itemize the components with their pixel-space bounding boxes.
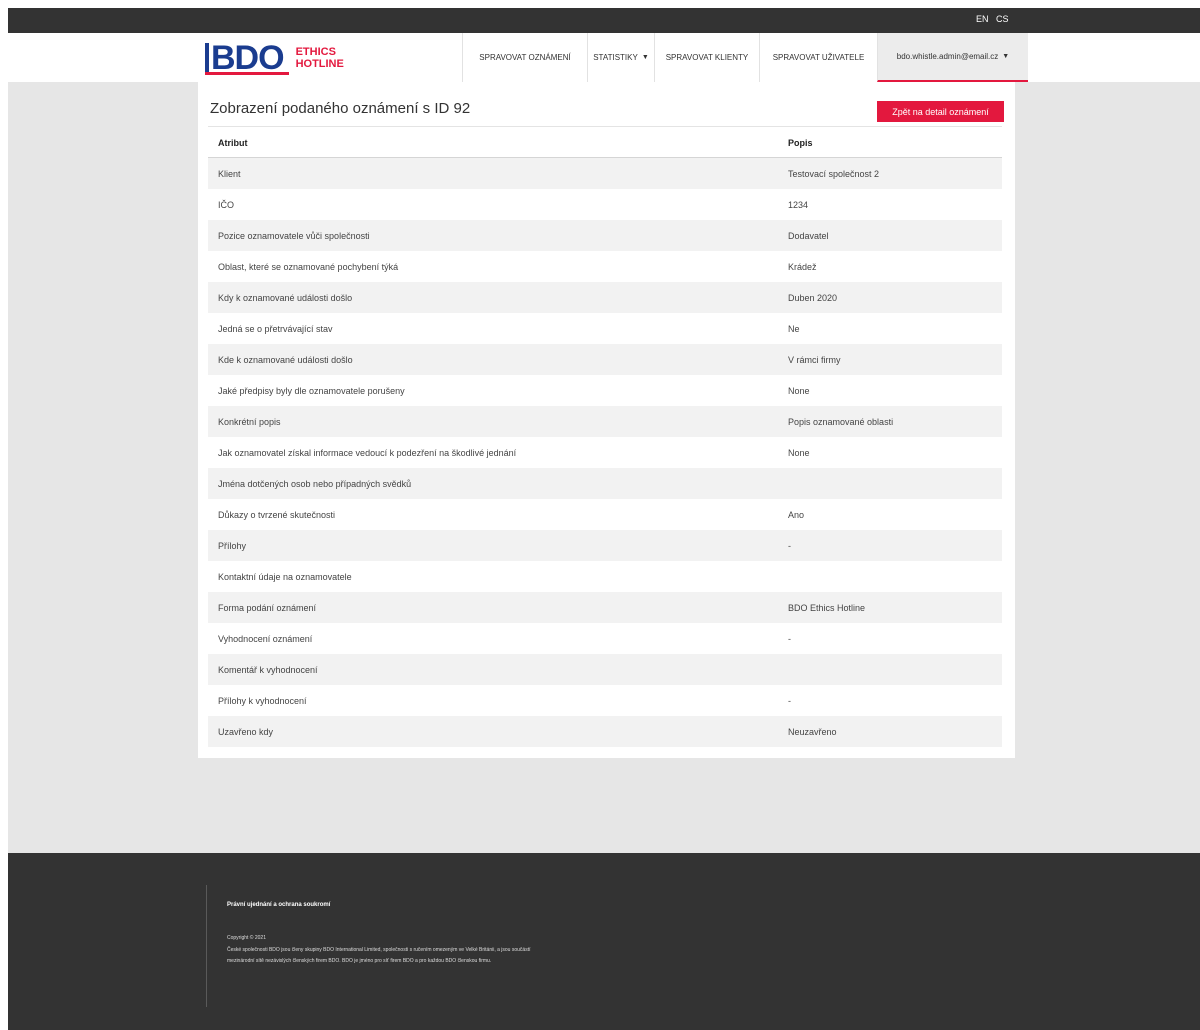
table-row: Jaké předpisy byly dle oznamovatele poru… xyxy=(208,375,1002,406)
table-header-row: Atribut Popis xyxy=(208,127,1002,158)
logo-subtitle: ETHICS HOTLINE xyxy=(296,46,344,70)
table-row: Přílohy k vyhodnocení - xyxy=(208,685,1002,716)
row-attribute: Uzavřeno kdy xyxy=(218,726,274,737)
row-value: Popis oznamované oblasti xyxy=(788,416,894,427)
row-attribute: Vyhodnocení oznámení xyxy=(218,633,313,644)
report-table: Atribut Popis Klient Testovací společnost… xyxy=(208,126,1002,747)
table-row: Jak oznamovatel získal informace vedoucí… xyxy=(208,437,1002,468)
nav-manage-clients[interactable]: SPRAVOVAT KLIENTY xyxy=(654,33,759,82)
header-attribute: Atribut xyxy=(218,137,248,148)
row-value: Neuzavřeno xyxy=(788,726,837,737)
row-value xyxy=(788,468,998,499)
header-description: Popis xyxy=(788,137,813,148)
nav-manage-users-label: SPRAVOVAT UŽIVATELE xyxy=(772,53,865,62)
row-value: BDO Ethics Hotline xyxy=(788,602,866,613)
table-row: Konkrétní popis Popis oznamované oblasti xyxy=(208,406,1002,437)
row-attribute: Jaké předpisy byly dle oznamovatele poru… xyxy=(218,385,405,396)
page-frame: EN CS BDO ETHICS HOTLINE SPRAVOVAT OZNÁM… xyxy=(8,8,1200,1030)
row-attribute: Kdy k oznamované události došlo xyxy=(218,292,353,303)
row-value: Krádež xyxy=(788,261,817,272)
table-row: Pozice oznamovatele vůči společnosti Doda… xyxy=(208,220,1002,251)
user-email: bdo.whistle.admin@email.cz xyxy=(896,52,999,61)
nav-manage-reports-label: SPRAVOVAT OZNÁMENÍ xyxy=(479,53,571,62)
table-row: Jedná se o přetrvávající stav Ne xyxy=(208,313,1002,344)
row-value xyxy=(788,561,998,592)
table-row: Vyhodnocení oznámení - xyxy=(208,623,1002,654)
user-menu-dropdown[interactable]: bdo.whistle.admin@email.cz ▼ xyxy=(877,33,1028,82)
row-attribute: Forma podání oznámení xyxy=(218,602,317,613)
nav-manage-users[interactable]: SPRAVOVAT UŽIVATELE xyxy=(759,33,877,82)
row-value: None xyxy=(788,447,810,458)
row-attribute: Důkazy o tvrzené skutečnosti xyxy=(218,509,336,520)
nav-statistics-dropdown[interactable]: STATISTIKY ▼ xyxy=(587,33,654,82)
table-row: Komentář k vyhodnocení xyxy=(208,654,1002,685)
footer-legal-text: České společnosti BDO jsou členy skupiny… xyxy=(227,947,531,964)
page-title: Zobrazení podaného oznámení s ID 92 xyxy=(210,100,471,117)
row-value: Ano xyxy=(788,509,805,520)
nav-statistics-label: STATISTIKY xyxy=(593,53,638,62)
report-detail-card: Zobrazení podaného oznámení s ID 92 Zpět… xyxy=(198,82,1015,758)
footer: Právní ujednání a ochrana soukromí Copyr… xyxy=(8,853,1200,1030)
row-attribute: Pozice oznamovatele vůči společnosti xyxy=(218,230,370,241)
row-value: V rámci firmy xyxy=(788,354,841,365)
table-row: Oblast, které se oznamované pochybení tý… xyxy=(208,251,1002,282)
row-attribute: Jedná se o přetrvávající stav xyxy=(218,323,333,334)
header: BDO ETHICS HOTLINE SPRAVOVAT OZNÁMENÍ ST… xyxy=(8,33,1200,82)
nav-manage-clients-label: SPRAVOVAT KLIENTY xyxy=(665,53,749,62)
table-row: Přílohy - xyxy=(208,530,1002,561)
row-value: 1234 xyxy=(788,199,809,210)
row-attribute: Klient xyxy=(218,168,241,179)
table-row: Důkazy o tvrzené skutečnosti Ano xyxy=(208,499,1002,530)
row-attribute: Konkrétní popis xyxy=(218,416,281,427)
row-value: Testovací společnost 2 xyxy=(788,168,880,179)
table-body: Klient Testovací společnost 2 IČO 1234 Pozic… xyxy=(208,158,1002,747)
table-row: Forma podání oznámení BDO Ethics Hotline xyxy=(208,592,1002,623)
table-row: IČO 1234 xyxy=(208,189,1002,220)
table-row: Klient Testovací společnost 2 xyxy=(208,158,1002,189)
row-attribute: Kontaktní údaje na oznamovatele xyxy=(218,571,352,582)
row-attribute: Kde k oznamované události došlo xyxy=(218,354,353,365)
row-attribute: Oblast, které se oznamované pochybení tý… xyxy=(218,261,399,272)
table-row: Jména dotčených osob nebo případných svě… xyxy=(208,468,1002,499)
row-attribute: Přílohy xyxy=(218,540,247,551)
logo-line1: ETHICS xyxy=(295,46,336,58)
row-attribute: Jak oznamovatel získal informace vedoucí… xyxy=(218,447,517,458)
row-attribute: Komentář k vyhodnocení xyxy=(218,664,318,675)
table-row: Kde k oznamované události došlo V rámci f… xyxy=(208,344,1002,375)
row-value: - xyxy=(788,633,791,644)
legal-privacy-link[interactable]: Právní ujednání a ochrana soukromí xyxy=(227,902,330,908)
row-attribute: IČO xyxy=(218,199,235,210)
copyright-text: Copyright © 2021 xyxy=(227,935,266,941)
lang-cs-link[interactable]: CS xyxy=(996,14,1009,24)
row-value: Ne xyxy=(788,323,800,334)
row-attribute: Jména dotčených osob nebo případných svě… xyxy=(218,478,412,489)
footer-divider xyxy=(206,885,207,1007)
row-value: - xyxy=(788,695,791,706)
caret-down-icon: ▼ xyxy=(1002,53,1010,60)
row-value: - xyxy=(788,540,791,551)
table-row: Uzavřeno kdy Neuzavřeno xyxy=(208,716,1002,747)
row-value: Dodavatel xyxy=(788,230,829,241)
top-bar: EN CS xyxy=(8,8,1200,33)
caret-down-icon: ▼ xyxy=(641,54,649,61)
table-row: Kontaktní údaje na oznamovatele xyxy=(208,561,1002,592)
back-to-detail-button[interactable]: Zpět na detail oznámení xyxy=(877,101,1004,122)
logo-brand: BDO xyxy=(205,41,289,75)
bdo-logo[interactable]: BDO ETHICS HOTLINE xyxy=(205,41,344,75)
lang-en-link[interactable]: EN xyxy=(976,14,989,24)
row-value: Duben 2020 xyxy=(788,292,838,303)
row-value xyxy=(788,654,998,685)
nav-manage-reports[interactable]: SPRAVOVAT OZNÁMENÍ xyxy=(462,33,587,82)
logo-line2: HOTLINE xyxy=(295,58,344,70)
table-row: Kdy k oznamované události došlo Duben 202… xyxy=(208,282,1002,313)
row-attribute: Přílohy k vyhodnocení xyxy=(218,695,307,706)
row-value: None xyxy=(788,385,810,396)
